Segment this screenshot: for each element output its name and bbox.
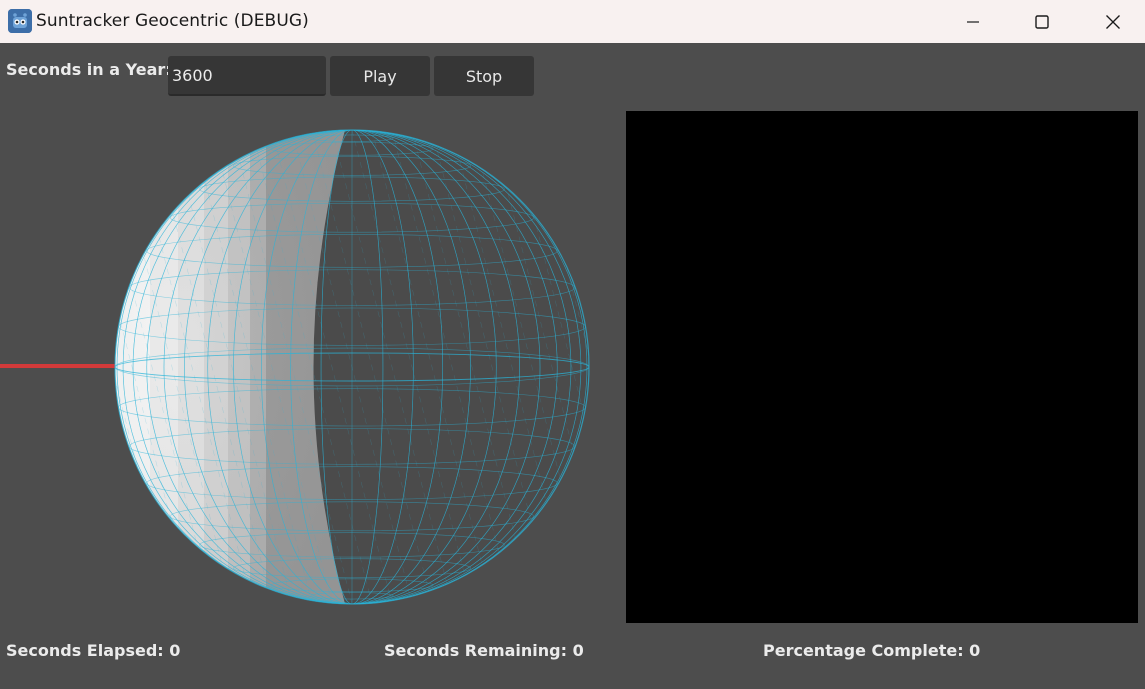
sun-view-panel	[626, 111, 1138, 623]
play-button[interactable]: Play	[330, 56, 430, 96]
globe-viewport[interactable]	[0, 108, 620, 628]
maximize-button[interactable]	[1019, 0, 1065, 43]
seconds-in-year-label: Seconds in a Year:	[6, 60, 172, 79]
seconds-elapsed-text: Seconds Elapsed: 0	[6, 641, 181, 660]
minimize-icon	[966, 15, 980, 29]
percentage-complete-text: Percentage Complete: 0	[763, 641, 981, 660]
maximize-icon	[1034, 14, 1050, 30]
close-button[interactable]	[1090, 0, 1136, 43]
minimize-button[interactable]	[950, 0, 996, 43]
close-icon	[1105, 14, 1121, 30]
window-title: Suntracker Geocentric (DEBUG)	[36, 11, 309, 31]
app-window: Suntracker Geocentric (DEBUG) Seconds in…	[0, 0, 1145, 689]
seconds-in-year-input[interactable]	[168, 56, 326, 96]
seconds-remaining-text: Seconds Remaining: 0	[384, 641, 584, 660]
stop-button[interactable]: Stop	[434, 56, 534, 96]
title-bar[interactable]: Suntracker Geocentric (DEBUG)	[0, 0, 1145, 43]
godot-engine-icon	[8, 9, 32, 33]
